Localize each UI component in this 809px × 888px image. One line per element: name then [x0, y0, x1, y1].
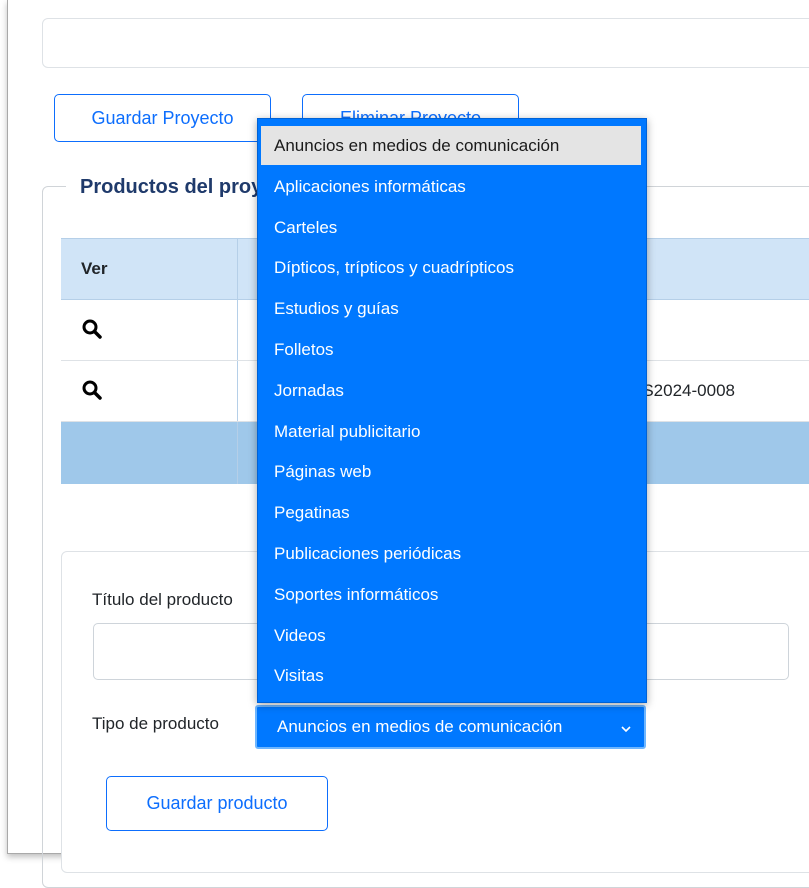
chevron-down-icon	[620, 720, 632, 733]
search-icon[interactable]	[81, 379, 103, 401]
product-type-select[interactable]: Anuncios en medios de comunicación	[255, 705, 646, 749]
dropdown-option[interactable]: Publicaciones periódicas	[261, 534, 641, 573]
save-product-button[interactable]: Guardar producto	[106, 776, 328, 831]
dropdown-option[interactable]: Pegatinas	[261, 493, 641, 532]
select-value: Anuncios en medios de comunicación	[277, 717, 563, 736]
dropdown-option[interactable]: Anuncios en medios de comunicación	[261, 126, 641, 165]
product-type-label: Tipo de producto	[92, 714, 219, 733]
column-divider	[237, 422, 238, 484]
search-icon[interactable]	[81, 318, 103, 340]
save-project-button[interactable]: Guardar Proyecto	[54, 94, 271, 142]
dropdown-option[interactable]: Estudios y guías	[261, 289, 641, 328]
column-divider	[237, 300, 238, 360]
product-title-label: Título del producto	[92, 590, 233, 609]
top-card	[42, 18, 809, 68]
column-divider	[237, 239, 238, 299]
dropdown-option[interactable]: Carteles	[261, 208, 641, 247]
dropdown-option[interactable]: Visitas	[261, 656, 641, 695]
column-divider	[237, 361, 238, 421]
dropdown-option[interactable]: Páginas web	[261, 452, 641, 491]
column-header-ver: Ver	[81, 259, 108, 278]
dropdown-option[interactable]: Folletos	[261, 330, 641, 369]
dropdown-option[interactable]: Videos	[261, 616, 641, 655]
dropdown-option[interactable]: Aplicaciones informáticas	[261, 167, 641, 206]
product-type-dropdown: Anuncios en medios de comunicación Aplica…	[257, 118, 647, 703]
dropdown-option[interactable]: Dípticos, trípticos y cuadrípticos	[261, 248, 641, 287]
dropdown-option[interactable]: Soportes informáticos	[261, 575, 641, 614]
dropdown-option[interactable]: Jornadas	[261, 371, 641, 410]
dropdown-option[interactable]: Material publicitario	[261, 412, 641, 451]
